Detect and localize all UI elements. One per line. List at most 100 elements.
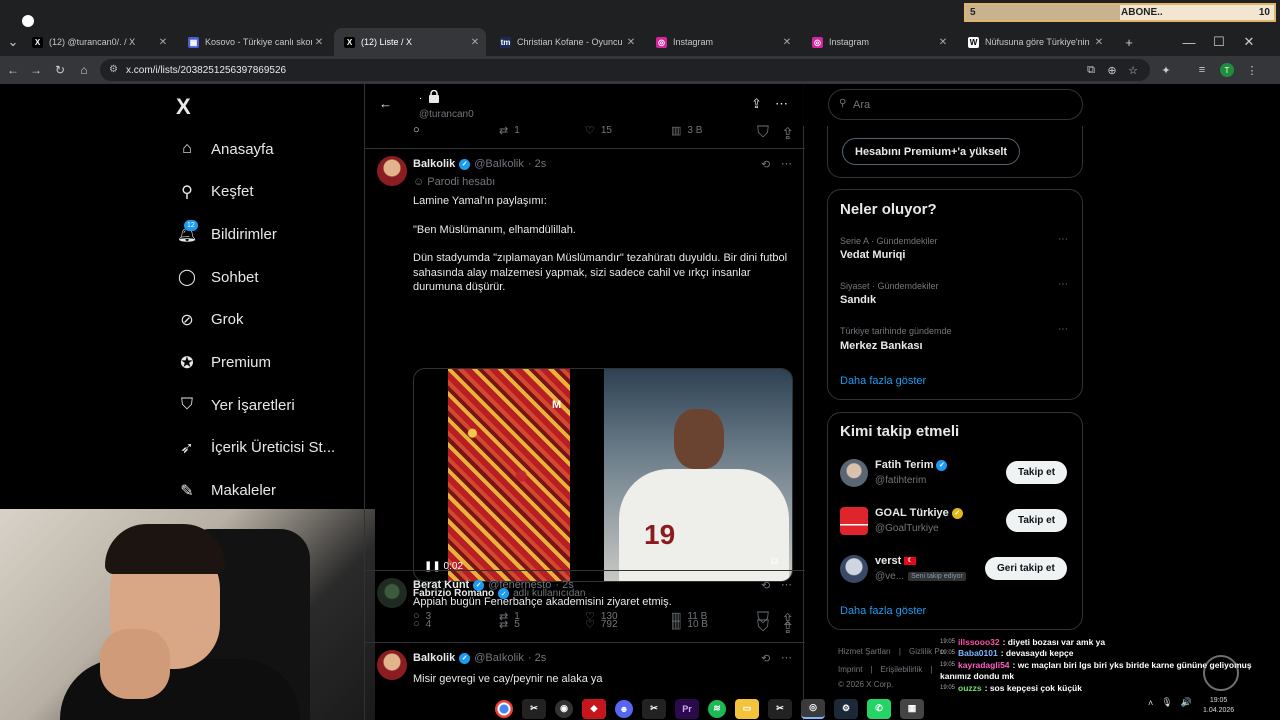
browser-menu-icon[interactable]: ⋮	[1244, 61, 1260, 79]
search-input[interactable]: ⚲ Ara	[828, 89, 1083, 120]
close-tab-icon[interactable]: ✕	[624, 37, 638, 48]
profile-avatar[interactable]: T	[1219, 61, 1235, 79]
calculator-icon[interactable]: ▦	[900, 698, 924, 719]
volume-icon[interactable]: 🔊	[1181, 697, 1192, 708]
tweet-video[interactable]: M 19 ❚❚ 0:02 ⧉	[413, 368, 793, 582]
discord-icon[interactable]: ☻	[615, 699, 633, 718]
grok-icon[interactable]: ⟲	[761, 579, 770, 592]
more-options-icon[interactable]: ⋯	[781, 651, 792, 664]
spotify-icon[interactable]: ≋	[708, 699, 726, 718]
avatar[interactable]	[377, 578, 407, 608]
views-button[interactable]: ▥ 10 B	[671, 618, 708, 631]
folder-icon[interactable]: ▭	[735, 698, 759, 719]
sidebar-item-4[interactable]: ◯ Sohbet	[176, 262, 259, 292]
close-tab-icon[interactable]: ✕	[156, 37, 170, 48]
capcut-icon-3[interactable]: ✂	[768, 698, 792, 719]
browser-tab[interactable]: ▦ Kosovo - Türkiye canlı skor, ba✕	[178, 28, 330, 56]
suggested-user-name[interactable]: Fatih Terim ✓	[875, 459, 948, 471]
picture-in-picture-icon[interactable]: ⧉	[771, 556, 778, 567]
reply-button[interactable]: ○	[413, 124, 426, 136]
grok-icon[interactable]: ⟲	[761, 652, 770, 665]
bookmark-button[interactable]: ⛉	[757, 124, 769, 142]
more-options-icon[interactable]: ⋯	[781, 157, 792, 170]
bookmark-button[interactable]: ⛉	[757, 618, 769, 636]
footer-link[interactable]: Erişilebilirlik	[881, 665, 923, 674]
close-tab-icon[interactable]: ✕	[312, 37, 326, 48]
address-bar[interactable]: ⚙ x.com/i/lists/2038251256397869526	[100, 59, 1150, 81]
tweet-author[interactable]: Balkolik ✓ @BaIkolik · 2s	[413, 158, 546, 170]
more-options-icon[interactable]: ⋯	[1058, 324, 1068, 335]
reply-button[interactable]: ○ 4	[413, 618, 431, 630]
back-button[interactable]: ←	[4, 61, 22, 79]
capcut-icon-2[interactable]: ✂	[642, 698, 666, 719]
footer-link[interactable]: Hizmet Şartları	[838, 647, 891, 656]
maximize-button[interactable]: ☐	[1208, 28, 1230, 56]
avatar[interactable]	[377, 156, 407, 186]
sidebar-item-7[interactable]: ⛉ Yer İşaretleri	[176, 390, 295, 420]
microphone-icon[interactable]: 🎙	[1161, 697, 1172, 708]
more-options-icon[interactable]: ⋯	[781, 578, 792, 591]
chrome-icon[interactable]	[495, 699, 513, 718]
repost-button[interactable]: ⇄ 1	[499, 124, 520, 137]
grok-icon[interactable]: ⟲	[761, 158, 770, 171]
views-button[interactable]: ▥ 3 B	[671, 124, 702, 137]
footer-link[interactable]: Imprint	[838, 665, 862, 674]
tweet-author[interactable]: Balkolik ✓ @BaIkolik · 2s	[413, 652, 546, 664]
bookmark-star-icon[interactable]: ☆	[1125, 61, 1141, 79]
sidebar-item-5[interactable]: ⊘ Grok	[176, 305, 243, 335]
avatar[interactable]	[840, 507, 868, 535]
avatar[interactable]	[377, 650, 407, 680]
capcut-icon[interactable]: ✂	[522, 698, 546, 719]
more-icon[interactable]: ⋯	[775, 96, 788, 112]
install-app-icon[interactable]: ⧉	[1083, 61, 1099, 79]
show-more-users-link[interactable]: Daha fazla göster	[840, 605, 926, 617]
tweet[interactable]: Berat Kunt ✓ @fenernesto · 2s ⟲ ⋯ Appiah…	[365, 570, 805, 642]
footer-link[interactable]: Gizlilik Po	[909, 647, 944, 656]
steam-icon[interactable]: ⚙	[834, 698, 858, 719]
sidebar-item-9[interactable]: ✎ Makaleler	[176, 476, 276, 506]
show-more-trends-link[interactable]: Daha fazla göster	[840, 375, 926, 387]
suggested-user-name[interactable]: GOAL Türkiye ✓	[875, 507, 963, 519]
browser-tab[interactable]: X (12) Liste / X ✕	[334, 28, 486, 56]
close-window-button[interactable]: ✕	[1238, 28, 1260, 56]
extensions-icon[interactable]: ✦	[1158, 61, 1174, 79]
system-clock[interactable]: 19:05 1.04.2026	[1203, 696, 1234, 716]
browser-tab[interactable]: X (12) @turancan0/. / X ✕	[22, 28, 174, 56]
close-tab-icon[interactable]: ✕	[468, 37, 482, 48]
sidebar-item-8[interactable]: ➶ İçerik Üreticisi St...	[176, 433, 335, 463]
sidebar-item-1[interactable]: ⌂ Anasayfa	[176, 134, 273, 164]
minimize-button[interactable]: —	[1178, 28, 1200, 56]
premium-upgrade-button[interactable]: Hesabını Premium+'a yükselt	[842, 138, 1021, 165]
new-tab-button[interactable]: +	[1118, 28, 1140, 56]
share-post-button[interactable]: ⇪	[781, 618, 794, 638]
obs-icon[interactable]: ◉	[555, 699, 573, 718]
more-options-icon[interactable]: ⋯	[1058, 279, 1068, 290]
reload-button[interactable]: ↻	[51, 61, 69, 79]
chevron-up-icon[interactable]: ˄	[1148, 698, 1153, 708]
red-app-icon[interactable]: ◆	[582, 698, 606, 719]
x-logo[interactable]: X	[176, 94, 191, 120]
browser-tab[interactable]: W Nüfusuna göre Türkiye'nin ille ✕	[958, 28, 1110, 56]
premiere-icon[interactable]: Pr	[675, 698, 699, 719]
sidebar-item-2[interactable]: ⚲ Keşfet	[176, 177, 253, 207]
home-button[interactable]: ⌂	[75, 61, 93, 79]
follow-button[interactable]: Takip et	[1006, 509, 1068, 532]
forward-button[interactable]: →	[27, 61, 45, 79]
sidebar-item-3[interactable]: 🔔︎ 12 Bildirimler	[176, 219, 277, 249]
more-options-icon[interactable]: ⋯	[1058, 234, 1068, 245]
share-post-button[interactable]: ⇪	[781, 124, 794, 144]
like-button[interactable]: ♡ 15	[585, 124, 612, 137]
avatar[interactable]	[840, 555, 868, 583]
browser-tab[interactable]: tm Christian Kofane - Oyuncu prof✕	[490, 28, 642, 56]
zoom-icon[interactable]: ⊕	[1104, 61, 1120, 79]
back-arrow-icon[interactable]: ←	[379, 96, 392, 111]
whatsapp-icon[interactable]: ✆	[867, 698, 891, 719]
close-tab-icon[interactable]: ✕	[936, 37, 950, 48]
follow-back-button[interactable]: Geri takip et	[985, 557, 1067, 580]
like-button[interactable]: ♡ 792	[585, 618, 618, 631]
tweet-author[interactable]: Berat Kunt ✓ @fenernesto · 2s	[413, 579, 574, 591]
follow-button[interactable]: Takip et	[1006, 461, 1068, 484]
close-tab-icon[interactable]: ✕	[1092, 37, 1106, 48]
repost-button[interactable]: ⇄ 5	[499, 618, 520, 631]
site-info-icon[interactable]: ⚙	[109, 64, 118, 75]
